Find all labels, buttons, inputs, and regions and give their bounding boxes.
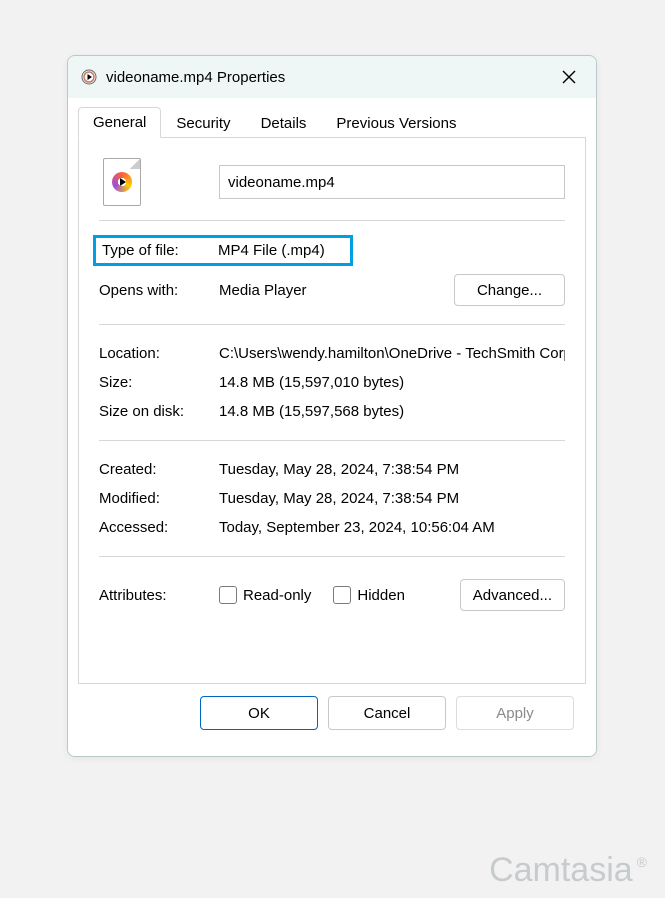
size-on-disk-row: Size on disk: 14.8 MB (15,597,568 bytes) (99, 397, 565, 426)
filename-row (99, 158, 565, 206)
window-title: videoname.mp4 Properties (106, 69, 285, 86)
ok-button[interactable]: OK (200, 696, 318, 730)
readonly-checkbox[interactable]: Read-only (219, 586, 311, 604)
watermark: Camtasia ® (489, 851, 647, 890)
modified-label: Modified: (99, 490, 219, 507)
properties-window: videoname.mp4 Properties General Securit… (67, 55, 597, 757)
tab-general[interactable]: General (78, 107, 161, 138)
type-of-file-row-highlight: Type of file: MP4 File (.mp4) (93, 235, 353, 266)
size-on-disk-label: Size on disk: (99, 403, 219, 420)
hidden-checkbox[interactable]: Hidden (333, 586, 405, 604)
separator (99, 220, 565, 221)
accessed-value: Today, September 23, 2024, 10:56:04 AM (219, 519, 565, 536)
opens-with-row: Opens with: Media Player Change... (99, 266, 565, 310)
size-label: Size: (99, 374, 219, 391)
registered-icon: ® (637, 855, 647, 869)
attributes-row: Attributes: Read-only Hidden Advanced... (99, 571, 565, 619)
location-label: Location: (99, 345, 219, 362)
play-icon (112, 172, 132, 192)
size-value: 14.8 MB (15,597,010 bytes) (219, 374, 565, 391)
attributes-label: Attributes: (99, 587, 219, 604)
opens-with-label: Opens with: (99, 282, 219, 299)
created-label: Created: (99, 461, 219, 478)
separator (99, 440, 565, 441)
checkbox-icon (333, 586, 351, 604)
watermark-text: Camtasia (489, 851, 633, 890)
location-row: Location: C:\Users\wendy.hamilton\OneDri… (99, 339, 565, 368)
window-body: General Security Details Previous Versio… (68, 98, 596, 756)
readonly-label: Read-only (243, 587, 311, 604)
tab-panel-general: Type of file: MP4 File (.mp4) Opens with… (78, 138, 586, 684)
apply-button: Apply (456, 696, 574, 730)
filename-input[interactable] (219, 165, 565, 199)
titlebar-left: videoname.mp4 Properties (80, 68, 285, 86)
type-of-file-label: Type of file: (100, 242, 218, 259)
cancel-button[interactable]: Cancel (328, 696, 446, 730)
tab-security[interactable]: Security (161, 108, 245, 138)
file-icon-cell (99, 158, 219, 206)
advanced-button[interactable]: Advanced... (460, 579, 565, 611)
location-value: C:\Users\wendy.hamilton\OneDrive - TechS… (219, 345, 565, 362)
tab-previous-versions[interactable]: Previous Versions (321, 108, 471, 138)
size-row: Size: 14.8 MB (15,597,010 bytes) (99, 368, 565, 397)
separator (99, 324, 565, 325)
attributes-options: Read-only Hidden (219, 586, 460, 604)
tab-strip: General Security Details Previous Versio… (78, 106, 586, 138)
accessed-label: Accessed: (99, 519, 219, 536)
tab-details[interactable]: Details (246, 108, 322, 138)
change-button[interactable]: Change... (454, 274, 565, 306)
checkbox-icon (219, 586, 237, 604)
file-type-icon (80, 68, 98, 86)
modified-value: Tuesday, May 28, 2024, 7:38:54 PM (219, 490, 565, 507)
modified-row: Modified: Tuesday, May 28, 2024, 7:38:54… (99, 484, 565, 513)
created-value: Tuesday, May 28, 2024, 7:38:54 PM (219, 461, 565, 478)
file-icon (103, 158, 141, 206)
type-of-file-value: MP4 File (.mp4) (218, 242, 348, 259)
separator (99, 556, 565, 557)
accessed-row: Accessed: Today, September 23, 2024, 10:… (99, 513, 565, 542)
created-row: Created: Tuesday, May 28, 2024, 7:38:54 … (99, 455, 565, 484)
close-button[interactable] (556, 64, 582, 90)
titlebar: videoname.mp4 Properties (68, 56, 596, 98)
hidden-label: Hidden (357, 587, 405, 604)
size-on-disk-value: 14.8 MB (15,597,568 bytes) (219, 403, 565, 420)
dialog-footer: OK Cancel Apply (78, 684, 586, 744)
opens-with-value: Media Player (219, 282, 454, 299)
